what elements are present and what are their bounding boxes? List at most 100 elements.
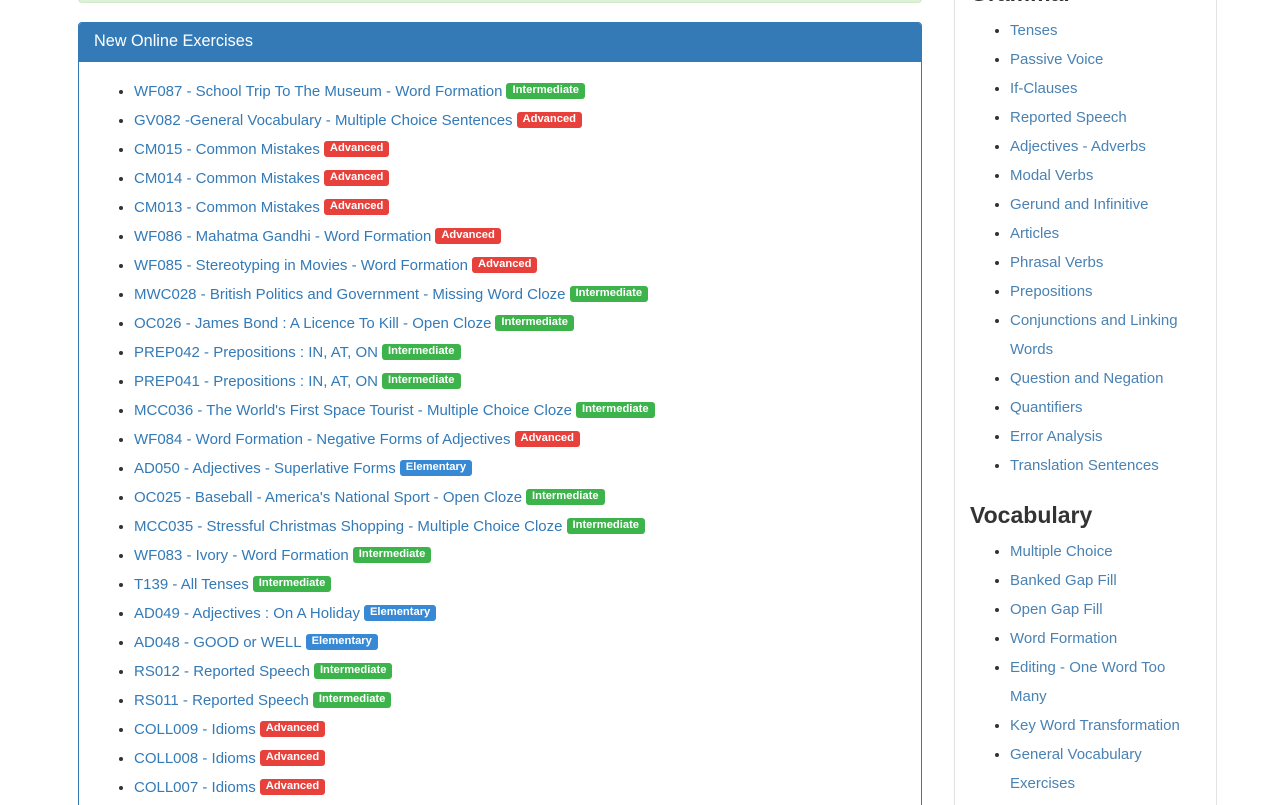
sidebar-list-vocabulary: Multiple Choice Banked Gap Fill Open Gap F… [970,537,1201,798]
new-online-exercises-panel: New Online Exercises WF087 - School Trip… [78,22,922,805]
sidebar-link[interactable]: Passive Voice [1010,51,1103,68]
level-badge: Intermediate [314,663,393,679]
sidebar-list-item: Reported Speech [1010,103,1201,132]
exercise-link[interactable]: RS011 - Reported Speech [134,692,309,709]
level-badge: Intermediate [382,373,461,389]
exercise-link[interactable]: WF085 - Stereotyping in Movies - Word Fo… [134,257,468,274]
exercise-list-item: OC026 - James Bond : A Licence To Kill -… [134,309,906,338]
exercise-link[interactable]: MWC028 - British Politics and Government… [134,286,566,303]
exercise-link[interactable]: WF083 - Ivory - Word Formation [134,547,349,564]
sidebar-link[interactable]: Question and Negation [1010,370,1163,387]
level-badge: Elementary [364,605,436,621]
sidebar-list-item: Gerund and Infinitive [1010,190,1201,219]
sidebar-link[interactable]: Phrasal Verbs [1010,254,1103,271]
sidebar-link[interactable]: Word Formation [1010,630,1117,647]
exercise-list-item: PREP042 - Prepositions : IN, AT, ONInter… [134,338,906,367]
exercise-link[interactable]: CM014 - Common Mistakes [134,170,320,187]
level-badge: Advanced [260,721,325,737]
exercise-list-item: CM014 - Common MistakesAdvanced [134,164,906,193]
exercise-list-item: AD050 - Adjectives - Superlative FormsEl… [134,454,906,483]
sidebar-link[interactable]: Conjunctions and Linking Words [1010,312,1178,358]
sidebar-list-item: If-Clauses [1010,74,1201,103]
exercise-link[interactable]: WF084 - Word Formation - Negative Forms … [134,431,511,448]
exercise-list-item: WF083 - Ivory - Word FormationIntermedia… [134,541,906,570]
level-badge: Advanced [435,228,500,244]
exercise-link[interactable]: CM015 - Common Mistakes [134,141,320,158]
exercise-list-item: CM015 - Common MistakesAdvanced [134,135,906,164]
exercise-link[interactable]: RS012 - Reported Speech [134,663,310,680]
exercise-link[interactable]: PREP041 - Prepositions : IN, AT, ON [134,373,378,390]
sidebar-heading-grammar: Grammar [970,0,1201,8]
exercise-link[interactable]: GV082 -General Vocabulary - Multiple Cho… [134,112,513,129]
exercise-link[interactable]: COLL009 - Idioms [134,721,256,738]
exercise-link[interactable]: OC026 - James Bond : A Licence To Kill -… [134,315,491,332]
exercise-link[interactable]: CM013 - Common Mistakes [134,199,320,216]
level-badge: Advanced [515,431,580,447]
exercise-list-item: PREP041 - Prepositions : IN, AT, ONInter… [134,367,906,396]
sidebar-link[interactable]: Open Gap Fill [1010,601,1103,618]
sidebar-link[interactable]: If-Clauses [1010,80,1078,97]
exercise-link[interactable]: OC025 - Baseball - America's National Sp… [134,489,522,506]
sidebar: Grammar Tenses Passive Voice If-Clauses Rep… [954,0,1217,805]
exercise-list-item: WF085 - Stereotyping in Movies - Word Fo… [134,251,906,280]
level-badge: Advanced [324,141,389,157]
sidebar-link[interactable]: Tenses [1010,22,1058,39]
page-title: New Online Exercises [94,33,906,51]
sidebar-list-item: Editing - One Word Too Many [1010,653,1201,711]
sidebar-link[interactable]: Multiple Choice [1010,543,1113,560]
sidebar-list-item: Modal Verbs [1010,161,1201,190]
level-badge: Intermediate [495,315,574,331]
exercise-list-item: AD048 - GOOD or WELLElementary [134,628,906,657]
sidebar-link[interactable]: Banked Gap Fill [1010,572,1117,589]
level-badge: Advanced [324,199,389,215]
sidebar-list-item: Prepositions [1010,277,1201,306]
sidebar-list-item: Banked Gap Fill [1010,566,1201,595]
exercise-list: WF087 - School Trip To The Museum - Word… [94,77,906,805]
exercise-link[interactable]: T139 - All Tenses [134,576,249,593]
sidebar-panel-body: Grammar Tenses Passive Voice If-Clauses Rep… [955,0,1216,805]
exercise-list-item: COLL007 - IdiomsAdvanced [134,773,906,802]
exercise-link[interactable]: PREP042 - Prepositions : IN, AT, ON [134,344,378,361]
sidebar-link[interactable]: Key Word Transformation [1010,717,1180,734]
sidebar-link[interactable]: Editing - One Word Too Many [1010,659,1165,705]
exercise-list-item: WF084 - Word Formation - Negative Forms … [134,425,906,454]
sidebar-link[interactable]: Articles [1010,225,1059,242]
exercise-link[interactable]: COLL007 - Idioms [134,779,256,796]
sidebar-list-item: Passive Voice [1010,45,1201,74]
exercise-link[interactable]: MCC035 - Stressful Christmas Shopping - … [134,518,563,535]
sidebar-link[interactable]: Gerund and Infinitive [1010,196,1148,213]
panel-header: New Online Exercises [79,23,921,62]
exercise-link[interactable]: MCC036 - The World's First Space Tourist… [134,402,572,419]
exercise-link[interactable]: AD049 - Adjectives : On A Holiday [134,605,360,622]
level-badge: Intermediate [253,576,332,592]
sidebar-list-item: Translation Sentences [1010,451,1201,480]
exercise-link[interactable]: WF087 - School Trip To The Museum - Word… [134,83,502,100]
exercise-link[interactable]: COLL008 - Idioms [134,750,256,767]
level-badge: Advanced [472,257,537,273]
sidebar-link[interactable]: Adjectives - Adverbs [1010,138,1146,155]
sidebar-link[interactable]: Modal Verbs [1010,167,1093,184]
level-badge: Advanced [260,750,325,766]
sidebar-list-item: Multiple Choice [1010,537,1201,566]
sidebar-link[interactable]: Error Analysis [1010,428,1103,445]
sidebar-heading-vocabulary: Vocabulary [970,502,1201,530]
sidebar-list-item: Open Gap Fill [1010,595,1201,624]
sidebar-link[interactable]: General Vocabulary Exercises [1010,746,1142,792]
exercise-link[interactable]: AD050 - Adjectives - Superlative Forms [134,460,396,477]
sidebar-link[interactable]: Reported Speech [1010,109,1127,126]
sidebar-panel-categories: Grammar Tenses Passive Voice If-Clauses Rep… [954,0,1217,805]
exercise-link[interactable]: WF086 - Mahatma Gandhi - Word Formation [134,228,431,245]
sidebar-list-item: Key Word Transformation [1010,711,1201,740]
sidebar-link[interactable]: Prepositions [1010,283,1093,300]
sidebar-link[interactable]: Quantifiers [1010,399,1083,416]
level-badge: Advanced [324,170,389,186]
exercise-list-item: MWC028 - British Politics and Government… [134,280,906,309]
sidebar-list-item: Quantifiers [1010,393,1201,422]
exercise-link[interactable]: AD048 - GOOD or WELL [134,634,302,651]
sidebar-list-item: Articles [1010,219,1201,248]
level-badge: Advanced [517,112,582,128]
exercise-list-item: T139 - All TensesIntermediate [134,570,906,599]
exercise-list-item: COLL008 - IdiomsAdvanced [134,744,906,773]
exercise-list-item: AD049 - Adjectives : On A HolidayElement… [134,599,906,628]
sidebar-link[interactable]: Translation Sentences [1010,457,1159,474]
